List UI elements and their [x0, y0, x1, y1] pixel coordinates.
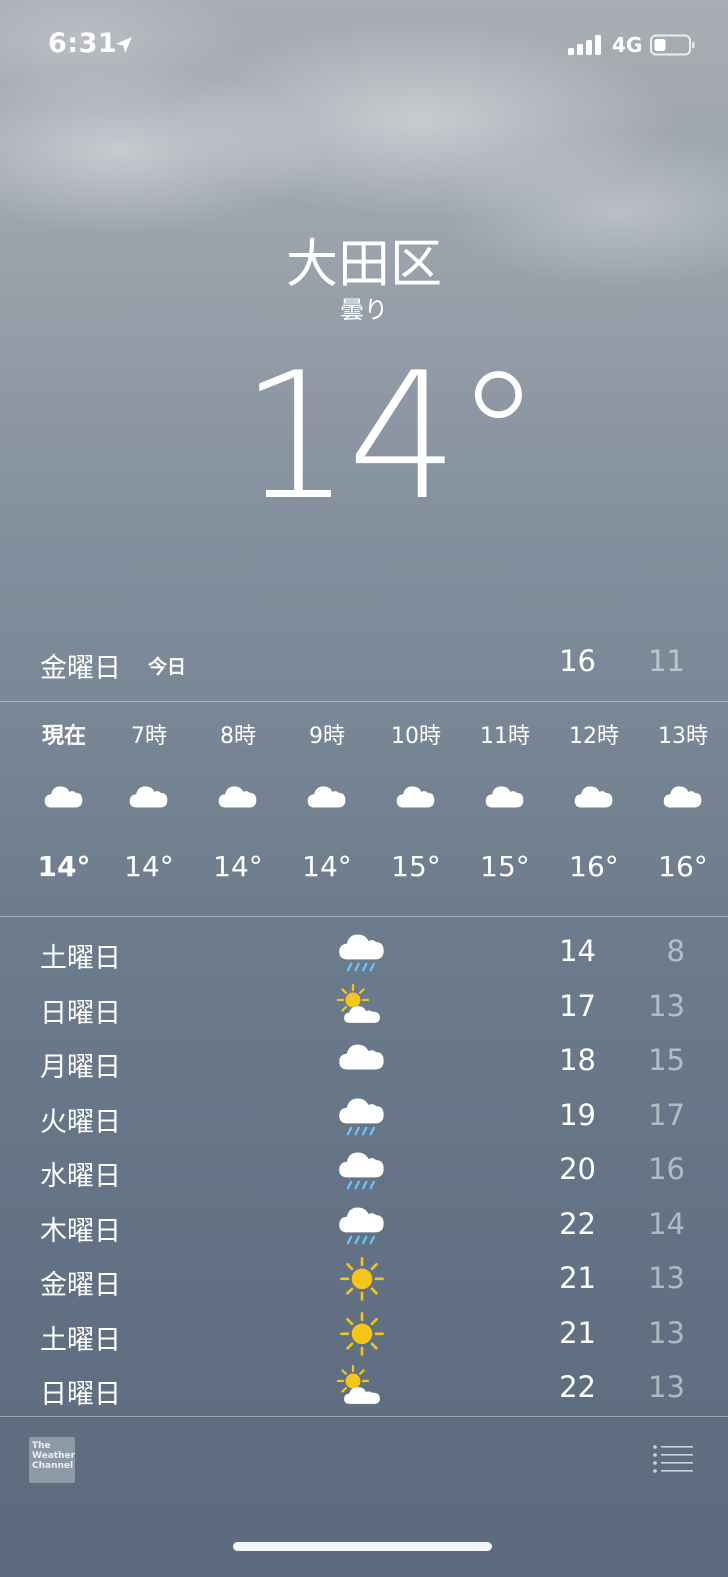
hour-label: 10時: [391, 724, 441, 749]
daily-row: 日曜日 22 13: [0, 1360, 728, 1414]
daily-row: 火曜日 19 17: [0, 1088, 728, 1142]
partly-sunny-icon: [336, 1364, 388, 1408]
hour-temperature: 16°: [658, 850, 708, 883]
day-low: 17: [648, 1097, 685, 1132]
hourly-item: 7時 14°: [109, 718, 189, 883]
day-name: 土曜日: [40, 1324, 121, 1356]
day-low: 13: [648, 988, 685, 1023]
today-low: 11: [648, 644, 685, 678]
cloud-icon: [305, 780, 349, 812]
day-high: 22: [559, 1370, 596, 1404]
divider: [0, 701, 728, 702]
day-high: 19: [559, 1097, 596, 1132]
cloud-icon: [127, 780, 171, 812]
hourly-item: 10時 15°: [376, 718, 456, 883]
divider: [0, 1416, 728, 1417]
rain-icon: [336, 1092, 388, 1136]
sun-icon: [336, 1255, 388, 1301]
current-temperature: 14°: [240, 336, 542, 539]
day-high: 21: [559, 1261, 596, 1295]
city-list-icon[interactable]: [652, 1444, 694, 1474]
day-name: 金曜日: [40, 1270, 121, 1301]
location-arrow-icon: [116, 37, 132, 53]
today-day: 金曜日: [40, 653, 121, 684]
hour-label: 現在: [41, 724, 86, 749]
hour-label: 12時: [569, 724, 619, 749]
hourly-item: 13時 16°: [643, 718, 723, 883]
day-high: 14: [559, 934, 596, 968]
cloud-icon: [394, 780, 438, 812]
day-low: 16: [648, 1152, 685, 1186]
hourly-item: 8時 14°: [198, 718, 278, 883]
day-low: 14: [648, 1206, 685, 1241]
hour-label: 7時: [131, 724, 167, 749]
hourly-item: 9時 14°: [287, 718, 367, 883]
cloud-icon: [42, 780, 86, 812]
cloud-icon: [336, 1037, 388, 1081]
cloud-icon: [572, 780, 616, 812]
daily-row: 木曜日 22 14: [0, 1197, 728, 1251]
rain-icon: [336, 1201, 388, 1245]
sun-icon: [336, 1310, 388, 1356]
day-high: 17: [559, 988, 596, 1023]
day-low: 13: [648, 1261, 685, 1295]
hour-temperature: 14°: [213, 850, 263, 883]
weather-condition: 曇り: [340, 296, 388, 324]
logo-text: The Weather Channel: [32, 1441, 76, 1471]
hour-label: 8時: [220, 724, 256, 749]
cloud-icon: [483, 780, 527, 812]
hourly-item: 11時 15°: [465, 718, 545, 883]
daily-row: 土曜日 21 13: [0, 1306, 728, 1360]
daily-row: 水曜日 20 16: [0, 1142, 728, 1196]
daily-row: 土曜日 14 8: [0, 924, 728, 978]
day-low: 13: [648, 1370, 685, 1404]
daily-row: 金曜日 21 13: [0, 1251, 728, 1305]
day-high: 18: [559, 1043, 596, 1077]
hour-label: 11時: [480, 724, 530, 749]
rain-icon: [336, 928, 388, 972]
hour-temperature: 15°: [480, 850, 530, 883]
hour-temperature: 16°: [569, 850, 619, 883]
rain-icon: [336, 1146, 388, 1190]
day-name: 月曜日: [40, 1052, 121, 1083]
day-name: 水曜日: [40, 1161, 121, 1192]
divider: [0, 916, 728, 917]
hourly-forecast[interactable]: [0, 0, 728, 1]
day-name: 日曜日: [40, 997, 121, 1029]
cloud-icon: [661, 780, 705, 812]
status-time: 6:31: [48, 28, 118, 59]
network-type: 4G: [612, 33, 643, 57]
hour-temperature: 15°: [391, 850, 441, 883]
hour-temperature: 14°: [302, 850, 352, 883]
cloud-icon: [216, 780, 260, 812]
signal-icon: [568, 35, 601, 55]
hour-label: 9時: [309, 724, 345, 749]
day-name: 木曜日: [40, 1215, 121, 1247]
day-name: 火曜日: [40, 1106, 121, 1138]
day-name: 土曜日: [40, 943, 121, 974]
hour-temperature: 14°: [124, 850, 174, 883]
daily-row: 月曜日 18 15: [0, 1033, 728, 1087]
day-low: 13: [648, 1315, 685, 1350]
hourly-item: 現在 14°: [24, 718, 104, 883]
hourly-item: 12時 16°: [554, 718, 634, 883]
today-label: 今日: [148, 656, 187, 678]
day-low: 8: [666, 934, 685, 968]
day-high: 21: [559, 1315, 596, 1350]
hour-temperature: 14°: [37, 850, 91, 883]
home-indicator[interactable]: [233, 1542, 492, 1551]
daily-row: 日曜日 17 13: [0, 979, 728, 1033]
day-high: 22: [559, 1206, 596, 1241]
city-name: 大田区: [285, 235, 442, 295]
day-name: 日曜日: [40, 1379, 121, 1410]
weather-channel-logo[interactable]: The Weather Channel: [29, 1437, 75, 1483]
day-high: 20: [559, 1152, 596, 1186]
today-high: 16: [559, 644, 596, 678]
day-low: 15: [648, 1043, 685, 1077]
partly-sunny-icon: [336, 983, 388, 1027]
hour-label: 13時: [658, 724, 708, 749]
battery-icon: [650, 34, 695, 56]
